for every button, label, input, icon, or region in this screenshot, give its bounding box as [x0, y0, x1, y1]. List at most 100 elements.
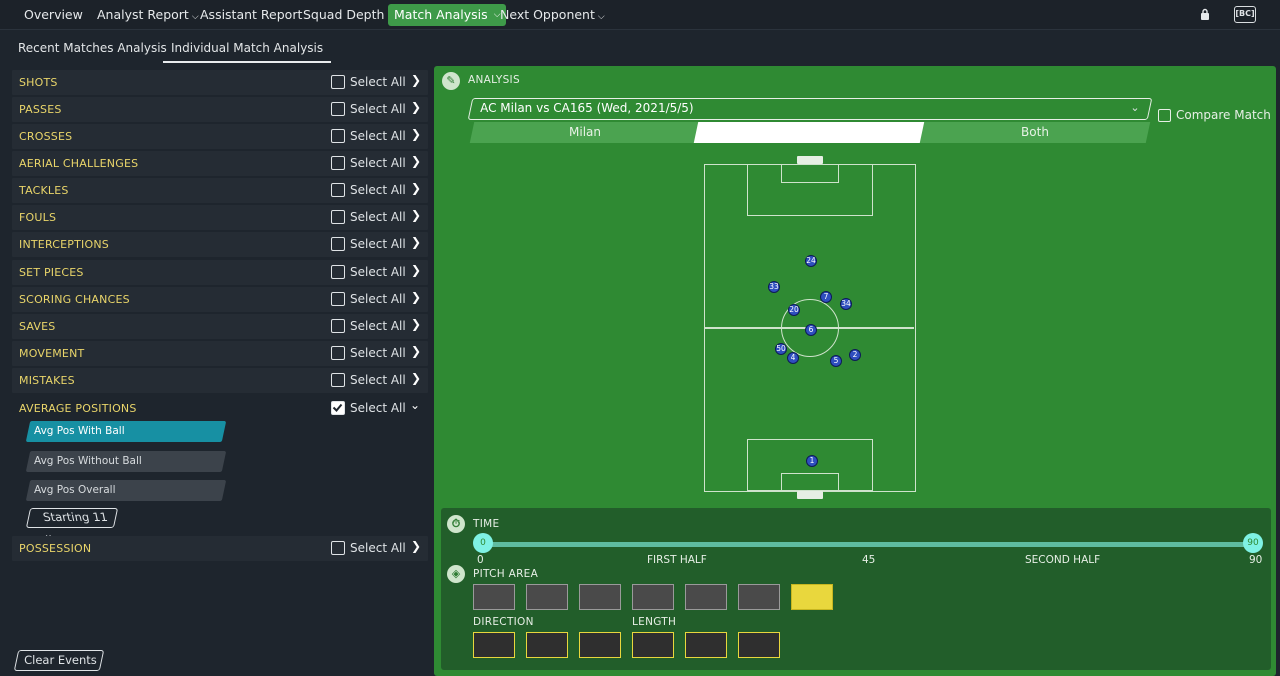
event-row-aerial-challenges[interactable]: AERIAL CHALLENGES Select All ❯	[12, 151, 428, 176]
select-all-checkbox[interactable]	[331, 319, 345, 333]
event-row-movement[interactable]: MOVEMENT Select All ❯	[12, 341, 428, 366]
chevron-right-icon[interactable]: ❯	[411, 181, 421, 195]
player-marker[interactable]: 33	[768, 281, 780, 293]
clear-events-button[interactable]: Clear Events	[13, 650, 105, 671]
direction-up-down-icon[interactable]	[526, 632, 568, 658]
player-marker[interactable]: 4	[787, 352, 799, 364]
time-slider-track[interactable]	[483, 542, 1257, 547]
length-long-icon[interactable]	[738, 632, 780, 658]
player-marker[interactable]: 34	[840, 298, 852, 310]
chevron-right-icon[interactable]: ❯	[411, 73, 421, 87]
select-all-checkbox[interactable]	[331, 265, 345, 279]
nav-next-opponent[interactable]: Next Opponent ⌵	[494, 4, 611, 26]
pitch-area-option[interactable]	[685, 584, 727, 610]
player-marker[interactable]: 1	[806, 455, 818, 467]
nav-analyst-report[interactable]: Analyst Report ⌵	[91, 4, 205, 26]
lineup-dropdown[interactable]: Starting 11 ⌄	[25, 508, 119, 541]
chevron-right-icon[interactable]: ❯	[411, 371, 421, 385]
chevron-right-icon[interactable]: ❯	[411, 290, 421, 304]
chevron-right-icon[interactable]: ❯	[411, 100, 421, 114]
select-all-checkbox[interactable]	[331, 237, 345, 251]
event-row-saves[interactable]: SAVES Select All ❯	[12, 314, 428, 339]
select-all-checkbox[interactable]	[331, 156, 345, 170]
tab-recent-matches-analysis[interactable]: Recent Matches Analysis	[18, 41, 167, 55]
select-all-checkbox[interactable]	[331, 129, 345, 143]
time-slider-end-handle[interactable]: 90	[1243, 533, 1263, 553]
event-label: SHOTS	[19, 76, 58, 89]
player-marker[interactable]: 7	[820, 291, 832, 303]
time-slider-start-handle[interactable]: 0	[473, 533, 493, 553]
event-row-fouls[interactable]: FOULS Select All ❯	[12, 205, 428, 230]
event-row-passes[interactable]: PASSES Select All ❯	[12, 97, 428, 122]
tab-opponent[interactable]	[693, 122, 927, 143]
select-all-checkbox[interactable]	[331, 401, 345, 415]
club-badge-icon[interactable]: [BC]	[1234, 6, 1256, 23]
select-all-checkbox[interactable]	[331, 102, 345, 116]
length-medium-icon[interactable]	[685, 632, 727, 658]
select-all-checkbox[interactable]	[331, 183, 345, 197]
compare-match-checkbox[interactable]	[1158, 109, 1171, 122]
length-short-icon[interactable]	[632, 632, 674, 658]
time-title: TIME	[473, 518, 500, 530]
nav-squad-depth[interactable]: Squad Depth	[297, 4, 390, 26]
pitch-area-option[interactable]	[579, 584, 621, 610]
chevron-right-icon[interactable]: ❯	[411, 263, 421, 277]
chevron-right-icon[interactable]: ❯	[411, 235, 421, 249]
goal-bottom	[797, 491, 823, 499]
player-marker[interactable]: 50	[775, 343, 787, 355]
chevron-right-icon[interactable]: ❯	[411, 208, 421, 222]
select-all-checkbox[interactable]	[331, 210, 345, 224]
select-all-label: Select All	[350, 292, 406, 306]
player-marker[interactable]: 2	[849, 349, 861, 361]
chevron-right-icon[interactable]: ❯	[411, 127, 421, 141]
avg-pos-without-ball-button[interactable]: Avg Pos Without Ball	[25, 451, 227, 472]
lock-icon[interactable]	[1200, 8, 1210, 20]
chevron-right-icon[interactable]: ❯	[411, 344, 421, 358]
match-select-dropdown[interactable]: AC Milan vs CA165 (Wed, 2021/5/5) ⌄	[467, 98, 1153, 120]
select-all-label: Select All	[350, 319, 406, 333]
event-row-set-pieces[interactable]: SET PIECES Select All ❯	[12, 260, 428, 285]
select-all-checkbox[interactable]	[331, 346, 345, 360]
chevron-right-icon[interactable]: ❯	[411, 154, 421, 168]
pitch-area-option[interactable]	[526, 584, 568, 610]
pitch-area-option[interactable]	[632, 584, 674, 610]
nav-match-analysis[interactable]: Match Analysis ⌵	[388, 4, 506, 26]
tab-milan[interactable]: Milan	[469, 122, 701, 143]
event-label: CROSSES	[19, 130, 73, 143]
event-row-possession[interactable]: POSSESSION Select All ❯	[12, 536, 428, 561]
pitch-area-option[interactable]	[473, 584, 515, 610]
event-row-interceptions[interactable]: INTERCEPTIONS Select All ❯	[12, 232, 428, 257]
event-row-tackles[interactable]: TACKLES Select All ❯	[12, 178, 428, 203]
direction-forward-icon[interactable]	[473, 632, 515, 658]
player-marker[interactable]: 20	[788, 304, 800, 316]
event-row-mistakes[interactable]: MISTAKES Select All ❯	[12, 368, 428, 393]
event-label: SET PIECES	[19, 266, 84, 279]
event-label: MOVEMENT	[19, 347, 85, 360]
pitch-area-option[interactable]	[738, 584, 780, 610]
player-marker[interactable]: 24	[805, 255, 817, 267]
chevron-right-icon[interactable]: ❯	[411, 539, 421, 553]
event-label: PASSES	[19, 103, 62, 116]
select-all-checkbox[interactable]	[331, 541, 345, 555]
nav-assistant-report[interactable]: Assistant Report	[194, 4, 308, 26]
select-all-label: Select All	[350, 129, 406, 143]
select-all-checkbox[interactable]	[331, 373, 345, 387]
avg-pos-with-ball-button[interactable]: Avg Pos With Ball	[25, 421, 227, 442]
direction-backward-icon[interactable]	[579, 632, 621, 658]
select-all-checkbox[interactable]	[331, 75, 345, 89]
chevron-down-icon[interactable]: ⌄	[410, 398, 420, 412]
event-row-scoring-chances[interactable]: SCORING CHANCES Select All ❯	[12, 287, 428, 312]
chevron-right-icon[interactable]: ❯	[411, 317, 421, 331]
event-row-crosses[interactable]: CROSSES Select All ❯	[12, 124, 428, 149]
event-row-shots[interactable]: SHOTS Select All ❯	[12, 70, 428, 95]
tab-individual-match-analysis[interactable]: Individual Match Analysis	[163, 41, 332, 63]
event-row-average-positions[interactable]: AVERAGE POSITIONS Select All ⌄	[12, 396, 428, 421]
avg-pos-overall-button[interactable]: Avg Pos Overall	[25, 480, 227, 501]
select-all-checkbox[interactable]	[331, 292, 345, 306]
select-all-label: Select All	[350, 102, 406, 116]
nav-overview[interactable]: Overview	[18, 4, 89, 26]
player-marker[interactable]: 6	[805, 324, 817, 336]
tab-both[interactable]: Both	[919, 122, 1151, 143]
player-marker[interactable]: 5	[830, 355, 842, 367]
pitch-area-option-selected[interactable]	[791, 584, 833, 610]
